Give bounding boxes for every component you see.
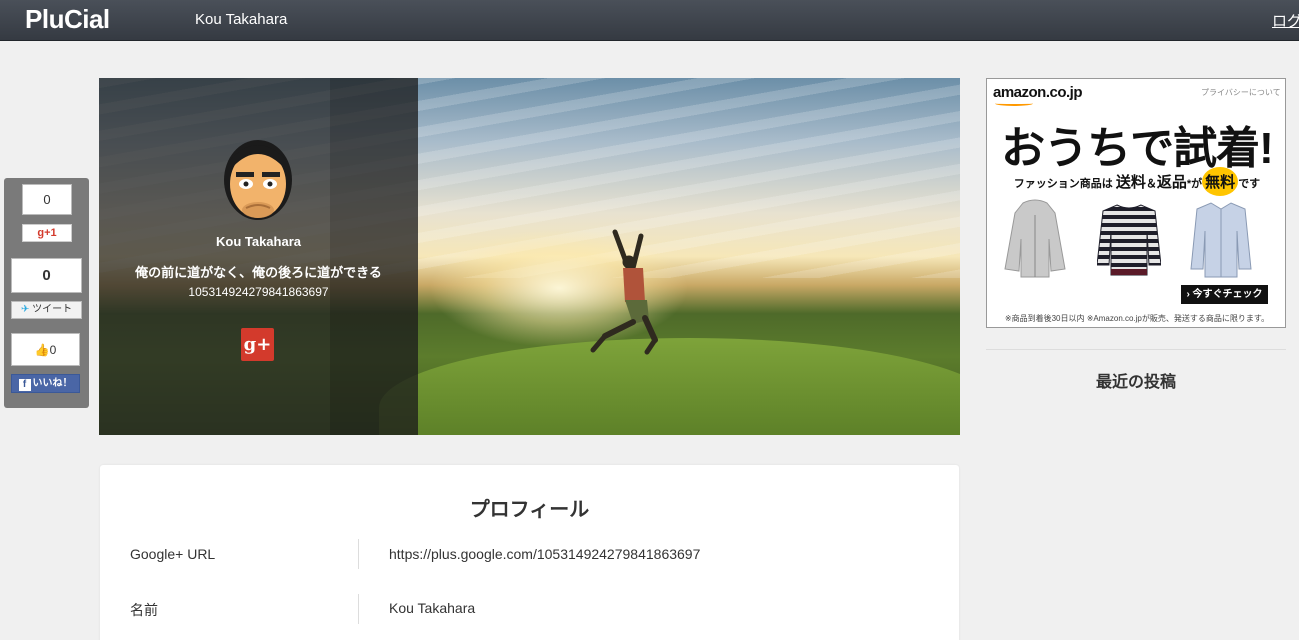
like-count: 0 <box>49 343 57 357</box>
like-count-box: 👍0 <box>11 333 80 366</box>
ad-sub-returns: 返品 <box>1156 174 1187 191</box>
site-logo[interactable]: PluCial <box>25 4 110 35</box>
ad-sub-shipping: 送料 <box>1115 174 1146 191</box>
gplus-one-button[interactable]: g+1 <box>22 224 72 242</box>
top-navbar: PluCial Kou Takahara ログイン <box>0 0 1299 41</box>
hoodie-image <box>1004 199 1066 278</box>
profile-google-url[interactable]: https://plus.google.com/1053149242798418… <box>389 546 700 562</box>
jumping-person-image <box>590 229 658 355</box>
profile-row-divider <box>358 539 359 569</box>
recent-posts-heading: 最近の投稿 <box>1095 374 1176 391</box>
profile-row-label: Google+ URL <box>130 546 216 562</box>
ad-sub-prefix: ファッション商品は <box>1013 178 1113 190</box>
cover-tagline: 俺の前に道がなく、俺の後ろに道ができる <box>135 265 382 280</box>
striped-sweater-image <box>1097 204 1161 276</box>
shirt-image <box>1190 202 1252 278</box>
profile-title: プロフィール <box>469 499 590 521</box>
login-link[interactable]: ログイン <box>1272 10 1299 31</box>
ad-privacy-link[interactable]: プライバシーについて <box>1201 87 1281 98</box>
gplus-count: 0 <box>22 184 72 215</box>
cover-user-id: 105314924279841863697 <box>188 285 329 299</box>
ad-footnote: ※商品到着後30日以内 ※Amazon.co.jpが販売、発送する商品に限ります… <box>1004 314 1270 323</box>
tweet-label: ツイート <box>32 304 73 315</box>
amazon-logo: amazon.co.jp <box>993 84 1083 101</box>
nav-user-name[interactable]: Kou Takahara <box>195 11 287 28</box>
sidebar-divider <box>986 349 1286 350</box>
cover-panel-shade <box>330 78 418 435</box>
tweet-button[interactable]: ✈ ツイート <box>11 301 82 319</box>
twitter-bird-icon: ✈ <box>20 304 30 315</box>
amazon-smile-icon <box>995 101 1033 106</box>
cover-photo: Kou Takahara 俺の前に道がなく、俺の後ろに道ができる 1053149… <box>99 78 960 435</box>
ad-check-now-button[interactable]: › 今すぐチェック <box>1181 285 1268 304</box>
profile-row-divider <box>358 594 359 624</box>
ad-sub-desu: です <box>1238 178 1261 190</box>
facebook-like-button[interactable]: f いいね！ <box>11 374 80 393</box>
ad-subline: ファッション商品は 送料＆返品*が 無料 です <box>987 167 1287 196</box>
cover-profile-panel: Kou Takahara 俺の前に道がなく、俺の後ろに道ができる 1053149… <box>99 78 418 435</box>
like-label: いいね！ <box>32 378 73 389</box>
facebook-icon: f <box>18 379 31 391</box>
avatar[interactable] <box>218 130 298 224</box>
ad-sub-amp: ＆ <box>1145 178 1157 190</box>
google-plus-profile-button[interactable]: g+ <box>241 328 274 361</box>
ad-free-badge: 無料 <box>1202 167 1239 196</box>
gplus-one-label: +1 <box>44 227 57 239</box>
profile-row-label: 名前 <box>130 602 158 618</box>
cover-user-name: Kou Takahara <box>215 234 301 249</box>
profile-name-value: Kou Takahara <box>389 600 476 616</box>
social-share-widget: 0 g+1 0 ✈ ツイート 👍0 f いいね！ <box>4 178 89 408</box>
amazon-ad-banner[interactable]: amazon.co.jp プライバシーについて おうちで試着! ファッション商品… <box>986 78 1286 328</box>
ad-sub-ga: が <box>1191 178 1203 190</box>
thumbs-up-icon: 👍 <box>34 343 50 357</box>
tweet-count: 0 <box>11 258 82 293</box>
profile-card: プロフィール Google+ URL https://plus.google.c… <box>100 465 959 640</box>
